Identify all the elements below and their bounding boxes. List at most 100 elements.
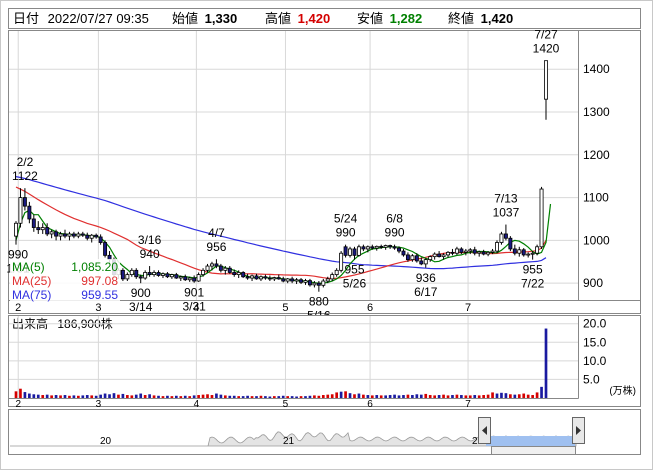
candle-body bbox=[71, 233, 76, 237]
volume-bar bbox=[460, 395, 463, 398]
annotation-label: 7/13 bbox=[494, 192, 518, 206]
volume-bar bbox=[215, 393, 218, 398]
candle-body bbox=[63, 233, 67, 237]
volume-bar bbox=[455, 394, 459, 398]
candle-body bbox=[129, 269, 134, 276]
volume-bar bbox=[121, 393, 125, 398]
candle-body bbox=[80, 233, 85, 236]
candle-body bbox=[18, 197, 23, 224]
navigator-selected-range[interactable] bbox=[486, 436, 575, 446]
volume-bar bbox=[437, 395, 441, 398]
candle-body bbox=[486, 251, 491, 255]
volume-bar bbox=[45, 394, 49, 398]
month-tick-label: 7 bbox=[465, 399, 471, 410]
candle-body bbox=[40, 227, 45, 231]
candle-body bbox=[330, 274, 335, 280]
legend-ma75-value: 959.55 bbox=[81, 288, 118, 302]
volume-bar bbox=[415, 394, 419, 398]
volume-bar bbox=[451, 395, 454, 398]
candle-body bbox=[236, 272, 241, 276]
candle-body bbox=[125, 274, 130, 280]
stock-chart-svg: 日付 2022/07/27 09:35 始値 1,330 高値 1,420 安値… bbox=[0, 0, 653, 470]
volume-bar bbox=[544, 328, 548, 398]
candle-body bbox=[210, 263, 214, 267]
volume-bar bbox=[272, 396, 276, 398]
volume-bar bbox=[81, 395, 85, 398]
annotation-label: 900 bbox=[131, 286, 151, 300]
candle-body bbox=[196, 274, 201, 282]
volume-bar bbox=[473, 395, 477, 398]
candlestick bbox=[339, 251, 344, 273]
volume-bar bbox=[406, 394, 410, 398]
annotation-label: 6/17 bbox=[414, 285, 438, 299]
volume-bar bbox=[464, 395, 468, 398]
candle-body bbox=[517, 249, 522, 254]
candle-body bbox=[348, 248, 352, 256]
candle-body bbox=[49, 231, 54, 235]
volume-bar bbox=[433, 395, 436, 398]
volume-bar bbox=[339, 391, 343, 398]
range-navigator[interactable]: 20 21 2 bbox=[8, 409, 641, 455]
volume-bar bbox=[77, 395, 80, 398]
volume-bar bbox=[535, 392, 539, 398]
candle-body bbox=[36, 227, 41, 231]
volume-bar bbox=[85, 395, 89, 398]
month-tick-label: 6 bbox=[367, 399, 373, 410]
annotation-label: 7/22 bbox=[521, 277, 545, 291]
candle-body bbox=[481, 251, 486, 255]
candle-body bbox=[178, 276, 183, 279]
candle-body bbox=[45, 227, 50, 235]
annotation-label: 2/2 bbox=[17, 155, 34, 169]
volume-bar bbox=[402, 395, 405, 398]
candle-body bbox=[169, 274, 174, 278]
annotation-label: 4/7 bbox=[208, 226, 225, 240]
candle-body bbox=[85, 234, 90, 239]
month-tick-label: 3 bbox=[96, 399, 102, 410]
legend-ma25-label: MA(25) bbox=[12, 274, 51, 288]
navigator-right-handle[interactable] bbox=[572, 417, 585, 444]
high-value: 1,420 bbox=[298, 11, 331, 26]
volume-bar bbox=[179, 396, 183, 398]
candle-body bbox=[432, 253, 437, 258]
volume-bar bbox=[442, 394, 445, 398]
volume-bar bbox=[188, 396, 192, 398]
annotation-label: 990 bbox=[336, 226, 356, 240]
navigator-scrollbar-thumb[interactable] bbox=[491, 446, 576, 455]
candle-body bbox=[138, 276, 143, 279]
candle-body bbox=[495, 242, 499, 252]
annotation-label: 7/27 bbox=[534, 28, 558, 42]
candle-body bbox=[477, 251, 482, 254]
annotation-label: 901 bbox=[184, 286, 204, 300]
volume-bar bbox=[393, 394, 396, 398]
candle-body bbox=[307, 280, 312, 286]
candle-body bbox=[232, 272, 237, 276]
volume-bar bbox=[152, 395, 156, 398]
volume-bar bbox=[54, 395, 58, 398]
month-tick-label: 4 bbox=[193, 302, 199, 314]
candle-body bbox=[374, 245, 379, 249]
candle-body bbox=[299, 279, 304, 283]
candle-body bbox=[419, 260, 424, 265]
volume-bar bbox=[526, 394, 530, 398]
candle-body bbox=[343, 246, 348, 256]
volume-bar bbox=[126, 395, 129, 398]
candle-body bbox=[459, 248, 464, 253]
volume-bar bbox=[201, 394, 205, 398]
price-tick-label: 1000 bbox=[583, 233, 610, 247]
candle-body bbox=[152, 272, 157, 276]
volume-bar bbox=[192, 395, 196, 398]
price-tick-label: 1400 bbox=[583, 62, 610, 76]
candle-body bbox=[352, 248, 357, 256]
volume-bar bbox=[32, 394, 36, 398]
candle-body bbox=[205, 265, 210, 271]
volume-bar bbox=[143, 395, 147, 398]
candle-body bbox=[227, 267, 232, 273]
volume-bar bbox=[241, 396, 245, 398]
navigator-left-handle[interactable] bbox=[478, 417, 491, 444]
volume-bar bbox=[540, 386, 543, 398]
volume-bar bbox=[384, 395, 387, 398]
volume-bar bbox=[313, 395, 316, 398]
volume-bar bbox=[250, 396, 254, 398]
volume-bar bbox=[210, 395, 214, 398]
candlestick bbox=[495, 240, 499, 254]
